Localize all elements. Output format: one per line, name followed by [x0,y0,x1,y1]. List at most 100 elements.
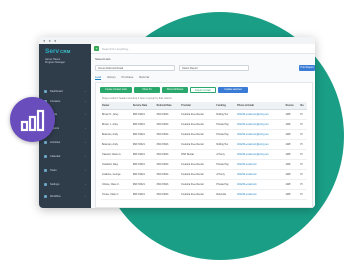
table-row[interactable]: Crawford, Alley 08/17/2021 08/17/2021 Fredo… [101,159,307,170]
column-header[interactable]: Provider [180,102,216,110]
table-cell: 08/17/2021 [155,129,181,140]
table-row[interactable]: Choice, Clare C. 08/17/2021 08/17/2021 Fred… [101,179,307,190]
table-cell: Pl [299,149,307,160]
table-cell: 2WF [284,139,300,150]
table-cell: Pl [299,169,307,180]
logo-suffix: CRM [60,49,71,54]
sidebar-item-calendar[interactable]: Calendar › [42,154,88,160]
column-header[interactable]: Funding [215,102,237,110]
table-cell[interactable]: 021234-email.com@wrng.net [236,129,285,140]
table-cell: Fredoria Free Rental [180,139,216,150]
app-window: ● ● ● ServCRM James Haves Program Manage… [39,37,315,208]
table-cell[interactable]: 021234-email.com [236,189,285,200]
table-cell: 2WF [284,179,300,190]
column-header[interactable]: Service Date [131,102,156,110]
table-row[interactable]: Bowman, Andy 08/17/2021 08/17/2021 Fredoria… [101,139,307,150]
sidebar-item-label: Settings [50,183,60,186]
table-cell[interactable]: 021234-email.com@wrng.net [236,149,285,160]
table-cell: 2WF [284,169,300,180]
add-button[interactable]: + [94,46,99,51]
sidebar-item-icon [44,183,47,186]
sidebar-item-settings[interactable]: Settings › [42,182,88,188]
table-cell: 08/17/2021 [155,149,181,160]
list-select[interactable]: Home Deferred Retail [95,65,175,71]
table-cell: Choice, Clare C. [101,179,132,190]
table-cell: Fredoria Free Rental [180,179,216,190]
table-cell[interactable]: 021234-email.com@wrng.net [236,119,285,130]
sidebar-item-tasks[interactable]: Tasks › [42,168,88,174]
table-cell: Pl [299,189,307,200]
table-row[interactable]: Brown J., Arley 08/17/2021 08/17/2021 Fredo… [101,119,307,130]
table-cell: Fredoria Free Rental [180,159,216,170]
tab-lead[interactable]: Lead [95,75,102,80]
table-cell: Pl [299,109,307,120]
table-cell: A Henry [215,169,237,180]
column-header[interactable]: Owner [101,102,132,110]
sidebar-item-dashboard[interactable]: Dashboard › [42,89,88,95]
group-by-hint: Drag a column header and drop it here to… [102,97,172,100]
show-fn-button[interactable]: Show Fn [134,87,160,93]
print-report-button[interactable]: Print Report [299,65,315,71]
column-header[interactable]: Phone & Email [236,102,285,110]
table-cell: Private Pay [215,129,237,140]
logo-text: Serv [45,48,60,55]
table-cell[interactable]: 021234-email.com [236,179,285,190]
table-cell: Pl [299,119,307,130]
table-cell[interactable]: 021234-email.com [236,159,285,170]
table-row[interactable]: Cruise, Clare C. 08/17/2021 08/17/2021 Fred… [101,189,307,200]
search-input[interactable]: Search for anything... [102,47,131,51]
leads-table: Owner Service Date Referral Date Provider Fu… [101,102,307,200]
table-cell: Crawford, Alley [101,159,132,170]
table-row[interactable]: Bowman, Andy 08/17/2021 08/17/2021 Fredoria… [101,129,307,140]
tab-referral[interactable]: Referral [139,75,149,79]
table-row[interactable]: Crabtree, George 08/17/2021 08/17/2021 Fred… [101,169,307,180]
chevron-right-icon: › [85,140,86,144]
table-cell: Caswell, Claire G. [101,149,132,160]
saved-lists-label: Saved Lists [95,57,111,61]
tab-bar: Lead History Purchase Referral [95,75,154,80]
column-header[interactable]: Referral Date [155,102,181,110]
table-cell: 2WF [284,149,300,160]
table-cell[interactable]: 021234-email.com@wrng.net [236,109,285,120]
table-cell: Crabtree, George [101,169,132,180]
table-cell: 08/17/2021 [155,119,181,130]
table-cell: Fredoria Free Rental [180,119,216,130]
table-cell: 08/17/2021 [155,179,181,190]
table-cell: Pl [299,139,307,150]
table-cell: Private Pay [215,159,237,170]
table-cell: Private Pay [215,119,237,130]
table-row[interactable]: Caswell, Claire G. 08/17/2021 08/17/2021 DS… [101,149,307,160]
table-cell: Brown D., Arley [101,109,132,120]
report-select[interactable]: Select Report [179,65,249,71]
table-cell: 08/17/2021 [131,139,156,150]
update-selected-button[interactable]: Update selected [218,87,248,93]
table-cell: 2WF [284,189,300,200]
table-cell: Cruise, Clare C. [101,189,132,200]
show-attributes-button[interactable]: Show Attributes [162,87,188,93]
top-bar: + Search for anything... [91,44,315,54]
table-cell: Fredoria Free Rental [180,129,216,140]
table-cell: Fredoria Free Rental [180,169,216,180]
column-header[interactable]: Bu [299,102,307,110]
column-header[interactable]: Rooms [284,102,300,110]
table-cell: 08/17/2021 [155,159,181,170]
table-cell: 08/17/2021 [155,109,181,120]
table-cell: 08/17/2021 [131,149,156,160]
table-cell: 08/17/2021 [131,129,156,140]
app-logo: ServCRM [45,48,70,55]
export-contact-button[interactable]: Export Contact [190,87,216,93]
table-cell: Pl [299,129,307,140]
table-cell[interactable]: 021234-email.com@wrng.net [236,139,285,150]
table-cell: 08/17/2021 [155,169,181,180]
window-controls[interactable]: ● ● ● [43,38,57,43]
tab-purchase[interactable]: Purchase [122,75,134,79]
table-cell: A Henry [215,149,237,160]
table-row[interactable]: Brown D., Arley 08/17/2021 08/17/2021 Fredo… [101,109,307,120]
table-cell: DSP Rental [180,149,216,160]
tab-history[interactable]: History [107,75,116,79]
table-cell: Pl [299,159,307,170]
table-cell: Private Pay [215,179,237,190]
table-cell[interactable]: 021234-email.com [236,169,285,180]
create-contact-lists-button[interactable]: Create Contact Lists [100,87,132,93]
sidebar-item-workflow[interactable]: Workflow › [42,194,88,200]
